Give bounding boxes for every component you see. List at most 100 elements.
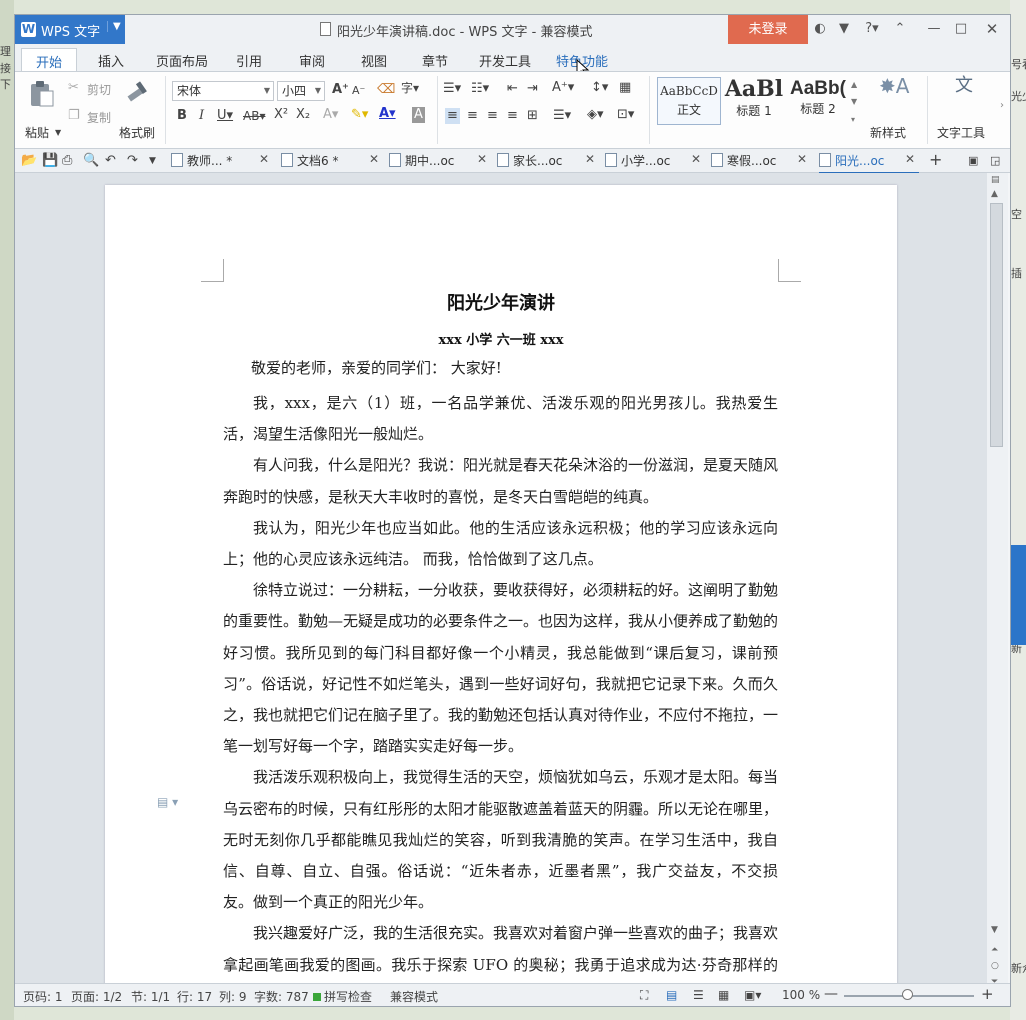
quick-access-menu-icon[interactable]: ▼ [149, 153, 156, 169]
decrease-indent-icon[interactable]: ⇤ [507, 81, 518, 97]
close-tab-icon[interactable]: ✕ [797, 152, 807, 166]
status-word-count[interactable]: 字数: 787 [254, 988, 309, 1005]
text-effect-icon[interactable]: A▾ [323, 107, 338, 123]
chevron-down-icon[interactable]: ▼ [107, 21, 121, 32]
vertical-scrollbar[interactable]: ▤ ▲ ▼ ⏶ ○ ⏷ [987, 173, 1008, 987]
prev-page-icon[interactable]: ⏶ [991, 945, 998, 955]
outline-view-icon[interactable]: ☰ [693, 988, 704, 1002]
tab-references[interactable]: 引用 [236, 51, 262, 70]
superscript-icon[interactable]: X² [274, 107, 288, 123]
align-left-icon[interactable]: ≡ [445, 108, 460, 124]
tab-review[interactable]: 审阅 [299, 51, 325, 70]
spell-check-toggle[interactable]: 拼写检查 [313, 988, 372, 1005]
zoom-out-icon[interactable]: — [824, 986, 838, 1002]
line-spacing-icon[interactable]: ↕▾ [591, 80, 608, 96]
increase-indent-icon[interactable]: ⇥ [527, 81, 538, 97]
doc-tab-active[interactable]: 阳光...oc ✕ [819, 152, 919, 174]
table-icon[interactable]: ▦ [619, 80, 631, 96]
style-heading-1[interactable]: AaBl 标题 1 [723, 77, 785, 125]
maximize-icon[interactable]: □ [954, 20, 968, 38]
copy-button[interactable]: 复制 [87, 109, 111, 126]
save-icon[interactable]: 💾 [42, 153, 58, 169]
browse-object-icon[interactable]: ○ [991, 961, 999, 971]
paste-button[interactable]: 粘贴 [25, 124, 49, 141]
align-center-icon[interactable]: ≡ [467, 108, 478, 124]
tab-chapter[interactable]: 章节 [422, 51, 448, 70]
tab-list-icon[interactable]: ▣ [968, 153, 978, 169]
font-color-icon[interactable]: A▾ [379, 106, 396, 122]
font-size-select[interactable]: 小四 ▼ [277, 81, 325, 101]
close-tab-icon[interactable]: ✕ [477, 152, 487, 166]
scroll-down-icon[interactable]: ▼ [991, 925, 998, 935]
undo-icon[interactable]: ↶ [105, 153, 116, 169]
styles-more-icon[interactable]: ▾ [851, 112, 855, 128]
close-tab-icon[interactable]: ✕ [369, 152, 379, 166]
close-tab-icon[interactable]: ✕ [585, 152, 595, 166]
print-preview-icon[interactable]: 🔍 [83, 153, 99, 169]
close-icon[interactable]: ✕ [985, 20, 999, 38]
web-view-icon[interactable]: ▦ [718, 988, 729, 1002]
fullscreen-icon[interactable]: ⛶ [640, 988, 648, 1003]
styles-scroll-up-icon[interactable]: ▲ [851, 77, 857, 93]
highlight-icon[interactable]: ✎▾ [351, 107, 368, 123]
minimize-icon[interactable]: — [927, 20, 941, 38]
numbered-list-icon[interactable]: ☷▾ [471, 81, 489, 97]
scroll-thumb[interactable] [990, 203, 1003, 447]
help-icon[interactable]: ?▾ [861, 20, 883, 38]
collapse-ribbon-icon[interactable]: ⌃ [893, 20, 907, 38]
document-page[interactable]: 阳光少年演讲 xxx 小学 六一班 xxx 敬爱的老师，亲爱的同学们： 大家好!… [105, 185, 897, 983]
tab-insert[interactable]: 插入 [98, 51, 124, 70]
reading-view-icon[interactable]: ▣▾ [744, 988, 761, 1002]
doc-tab[interactable]: 文档6 * ✕ [281, 152, 385, 172]
format-painter-icon[interactable] [124, 80, 150, 106]
close-tab-icon[interactable]: ✕ [691, 152, 701, 166]
underline-icon[interactable]: U▾ [217, 108, 233, 124]
text-tools-icon[interactable]: 文 [955, 77, 973, 95]
shading-icon[interactable]: ◈▾ [587, 107, 604, 123]
ruler-toggle-icon[interactable]: ▤ [991, 175, 1000, 185]
doc-tab[interactable]: 期中...oc ✕ [389, 152, 493, 172]
grow-font-icon[interactable]: A⁺ [332, 82, 349, 98]
tab-view[interactable]: 视图 [361, 51, 387, 70]
redo-icon[interactable]: ↷ [127, 153, 138, 169]
tab-home[interactable]: 开始 [21, 48, 78, 71]
style-heading-2[interactable]: AaBb( 标题 2 [787, 77, 849, 125]
shrink-font-icon[interactable]: A⁻ [352, 83, 365, 99]
zoom-in-icon[interactable]: + [981, 985, 994, 1003]
doc-tab[interactable]: 寒假...oc ✕ [711, 152, 815, 172]
new-style-icon[interactable]: ✸A [879, 76, 909, 96]
doc-tab[interactable]: 教师... * ✕ [171, 152, 275, 172]
style-normal[interactable]: AaBbCcD 正文 [657, 77, 721, 125]
doc-tab[interactable]: 小学...oc ✕ [605, 152, 709, 172]
clear-format-icon[interactable]: ⌫ [377, 82, 395, 98]
open-file-icon[interactable]: 📂 [21, 153, 37, 169]
text-direction-icon[interactable]: A⁺▾ [552, 80, 574, 96]
bold-icon[interactable]: B [177, 108, 187, 124]
zoom-slider-thumb[interactable] [902, 989, 913, 1000]
format-painter-button[interactable]: 格式刷 [119, 124, 155, 141]
tab-window-icon[interactable]: ◲ [990, 153, 1000, 169]
cut-button[interactable]: 剪切 [87, 81, 111, 98]
char-shading-icon[interactable]: A [412, 107, 425, 123]
tab-page-layout[interactable]: 页面布局 [156, 51, 208, 70]
login-button[interactable]: 未登录 [728, 15, 808, 44]
tab-developer[interactable]: 开发工具 [479, 51, 531, 70]
paragraph-spacing-icon[interactable]: ☰▾ [553, 108, 571, 124]
ribbon-scroll-right-icon[interactable]: › [1000, 98, 1004, 114]
print-icon[interactable]: ⎙ [62, 153, 72, 169]
font-name-select[interactable]: 宋体 ▼ [172, 81, 274, 101]
scroll-up-icon[interactable]: ▲ [991, 189, 998, 199]
paste-icon[interactable] [29, 80, 55, 108]
align-right-icon[interactable]: ≡ [487, 108, 498, 124]
new-tab-icon[interactable]: + [929, 152, 942, 168]
text-tools-button[interactable]: 文字工具 [937, 124, 985, 141]
subscript-icon[interactable]: X₂ [296, 107, 310, 123]
skin-icon[interactable]: ◐ [813, 20, 827, 38]
styles-scroll-down-icon[interactable]: ▼ [851, 94, 857, 110]
border-icon[interactable]: ⊡▾ [617, 107, 634, 123]
strikethrough-icon[interactable]: AB▾ [243, 108, 265, 124]
zoom-level[interactable]: 100 % [782, 988, 820, 1002]
justify-icon[interactable]: ≡ [507, 108, 518, 124]
distribute-icon[interactable]: ⊞ [527, 108, 538, 124]
chevron-down-icon[interactable]: ▼ [55, 125, 61, 141]
